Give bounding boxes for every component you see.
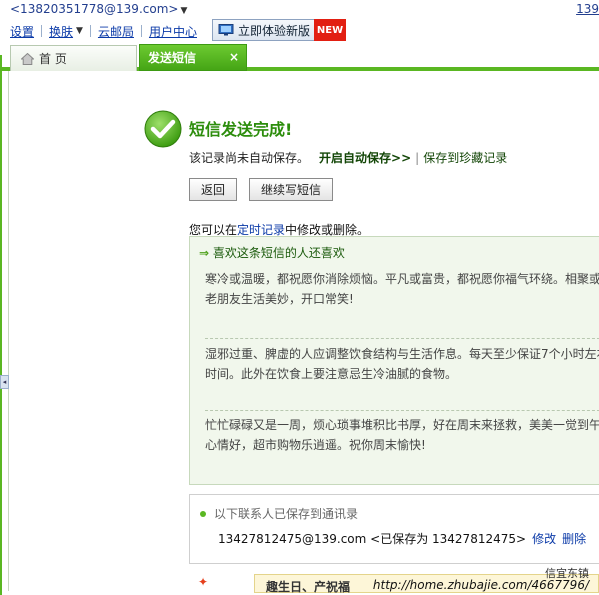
recommended-message[interactable]: 寒冷或温暖，都祝愿你消除烦恼。平凡或富贵，都祝愿你福气环绕。相聚或 老朋友生活美… bbox=[205, 269, 599, 309]
recommended-message[interactable]: 忙忙碌碌又是一周，烦心琐事堆积比书厚，好在周末来拯救，美美一觉到午 心情好，超市… bbox=[205, 415, 599, 455]
save-notice: 该记录尚未自动保存。 开启自动保存>> | 保存到珍藏记录 bbox=[189, 149, 507, 166]
contacts-saved-box: 以下联系人已保存到通讯录 13427812475@139.com <已保存为 1… bbox=[189, 494, 599, 564]
contact-entry-text: 13427812475@139.com <已保存为 13427812475> bbox=[218, 532, 527, 546]
bullet-icon bbox=[200, 510, 206, 517]
chevron-down-icon: ▼ bbox=[180, 6, 188, 16]
new-badge: NEW bbox=[314, 19, 346, 41]
contact-entry: 13427812475@139.com <已保存为 13427812475> 修改… bbox=[218, 530, 586, 547]
monitor-icon bbox=[218, 24, 234, 36]
save-to-favorites-link[interactable]: 保存到珍藏记录 bbox=[423, 149, 507, 166]
recommendation-box: ⇒ 喜欢这条短信的人还喜欢 寒冷或温暖，都祝愿你消除烦恼。平凡或富贵，都祝愿你福… bbox=[189, 236, 599, 485]
message-line: 时间。此外在饮食上要注意忌生冷油腻的食物。 bbox=[205, 367, 458, 381]
modify-prefix: 您可以在 bbox=[189, 223, 238, 237]
not-saved-text: 该记录尚未自动保存。 bbox=[189, 151, 310, 165]
home-icon bbox=[21, 52, 34, 65]
top-right-link[interactable]: 139 bbox=[576, 2, 599, 16]
delete-contact-link[interactable]: 删除 bbox=[562, 532, 586, 546]
star-icon: ✦ bbox=[198, 575, 209, 589]
left-rail: ◂ bbox=[0, 55, 9, 595]
edit-contact-link[interactable]: 修改 bbox=[532, 532, 556, 546]
watermark-url: http://home.zhubajie.com/4667796/ bbox=[372, 578, 589, 592]
message-line: 老朋友生活美妙，开口常笑! bbox=[205, 292, 354, 306]
skin-link[interactable]: 换肤 bbox=[49, 23, 73, 40]
dashed-divider bbox=[205, 338, 599, 339]
user-center-link[interactable]: 用户中心 bbox=[149, 23, 197, 40]
message-line: 忙忙碌碌又是一周，烦心琐事堆积比书厚，好在周末来拯救，美美一觉到午 bbox=[205, 418, 599, 432]
top-nav: 设置 换肤 ▼ 云邮局 用户中心 bbox=[10, 22, 197, 40]
account-menu[interactable]: <13820351778@139.com> ▼ bbox=[10, 2, 187, 16]
arrow-right-icon: ⇒ bbox=[199, 246, 210, 260]
try-new-version-label: 立即体验新版 bbox=[238, 23, 311, 38]
settings-link[interactable]: 设置 bbox=[10, 23, 34, 40]
dashed-divider bbox=[205, 410, 599, 411]
tab-bar: 首 页 发送短信 × bbox=[0, 44, 599, 71]
tab-send-sms[interactable]: 发送短信 × bbox=[139, 44, 247, 71]
divider: | bbox=[415, 150, 420, 165]
success-check-icon bbox=[144, 110, 182, 148]
message-line: 寒冷或温暖，都祝愿你消除烦恼。平凡或富贵，都祝愿你福气环绕。相聚或 bbox=[205, 272, 599, 286]
account-email: <13820351778@139.com> bbox=[10, 2, 179, 16]
recommendation-heading: ⇒ 喜欢这条短信的人还喜欢 bbox=[199, 244, 345, 261]
chevron-down-icon[interactable]: ▼ bbox=[76, 26, 83, 36]
divider bbox=[89, 25, 91, 37]
tab-send-sms-label: 发送短信 bbox=[148, 51, 197, 65]
scroll-arrow-icon[interactable]: ◂ bbox=[0, 375, 9, 389]
modify-suffix: 中修改或删除。 bbox=[285, 223, 370, 237]
recommendation-heading-text: 喜欢这条短信的人还喜欢 bbox=[212, 246, 345, 260]
scheduled-records-link[interactable]: 定时记录 bbox=[237, 223, 285, 237]
post-office-link[interactable]: 云邮局 bbox=[98, 23, 134, 40]
tab-home[interactable]: 首 页 bbox=[10, 45, 137, 71]
contacts-note: 以下联系人已保存到通讯录 bbox=[200, 505, 358, 522]
divider bbox=[140, 25, 142, 37]
try-new-version-button[interactable]: 立即体验新版 NEW bbox=[212, 19, 346, 41]
back-button[interactable]: 返回 bbox=[189, 178, 237, 201]
banner-text: 趣生日、产祝福 bbox=[266, 580, 351, 594]
recommended-message[interactable]: 湿邪过重、脾虚的人应调整饮食结构与生活作息。每天至少保证7个小时左右 时间。此外… bbox=[205, 344, 599, 384]
rail-line bbox=[8, 71, 9, 591]
message-line: 心情好，超市购物乐逍遥。祝你周末愉快! bbox=[205, 438, 426, 452]
close-icon[interactable]: × bbox=[229, 50, 239, 64]
contacts-note-text: 以下联系人已保存到通讯录 bbox=[214, 507, 359, 521]
continue-writing-button[interactable]: 继续写短信 bbox=[249, 178, 333, 201]
success-title: 短信发送完成! bbox=[189, 120, 293, 139]
tab-home-label: 首 页 bbox=[39, 52, 67, 66]
auto-save-link[interactable]: 开启自动保存>> bbox=[319, 149, 411, 166]
divider bbox=[41, 25, 43, 37]
message-line: 湿邪过重、脾虚的人应调整饮食结构与生活作息。每天至少保证7个小时左右 bbox=[205, 347, 599, 361]
